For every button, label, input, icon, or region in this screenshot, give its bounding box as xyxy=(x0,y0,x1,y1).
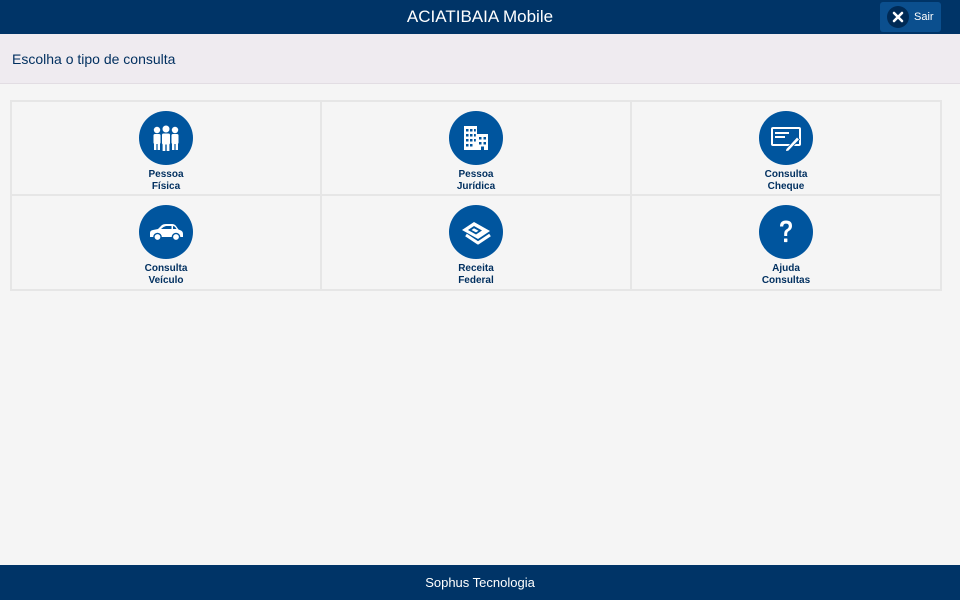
tile-pessoa-juridica[interactable]: Pessoa Jurídica xyxy=(321,100,631,195)
tile-label: Consulta Cheque xyxy=(764,169,808,192)
tile-label: Consulta Veículo xyxy=(144,263,188,286)
tile-label: Pessoa Jurídica xyxy=(456,169,496,192)
tile-pessoa-fisica[interactable]: Pessoa Física xyxy=(10,100,321,195)
footer: Sophus Tecnologia xyxy=(0,565,960,600)
tile-ajuda-consultas[interactable]: Ajuda Consultas xyxy=(631,195,942,291)
page-title: Escolha o tipo de consulta xyxy=(12,51,176,67)
help-question-icon xyxy=(759,205,813,259)
people-icon xyxy=(139,111,193,165)
tile-receita-federal[interactable]: Receita Federal xyxy=(321,195,631,291)
top-bar: ACIATIBAIA Mobile Sair xyxy=(0,0,960,34)
tile-label: Ajuda Consultas xyxy=(761,263,811,286)
receita-federal-icon xyxy=(449,205,503,259)
tile-consulta-veiculo[interactable]: Consulta Veículo xyxy=(10,195,321,291)
tile-consulta-cheque[interactable]: Consulta Cheque xyxy=(631,100,942,195)
tile-label: Receita Federal xyxy=(458,263,494,286)
car-icon xyxy=(139,205,193,259)
exit-label: Sair xyxy=(914,11,934,23)
subheader: Escolha o tipo de consulta xyxy=(0,34,960,84)
exit-button[interactable]: Sair xyxy=(880,2,941,32)
check-icon xyxy=(759,111,813,165)
tile-label: Pessoa Física xyxy=(148,169,184,192)
buildings-icon xyxy=(449,111,503,165)
app-title: ACIATIBAIA Mobile xyxy=(406,7,554,26)
consultation-grid: Pessoa Física Pessoa Jurídica Consulta C… xyxy=(10,100,942,291)
close-x-icon xyxy=(887,6,909,28)
